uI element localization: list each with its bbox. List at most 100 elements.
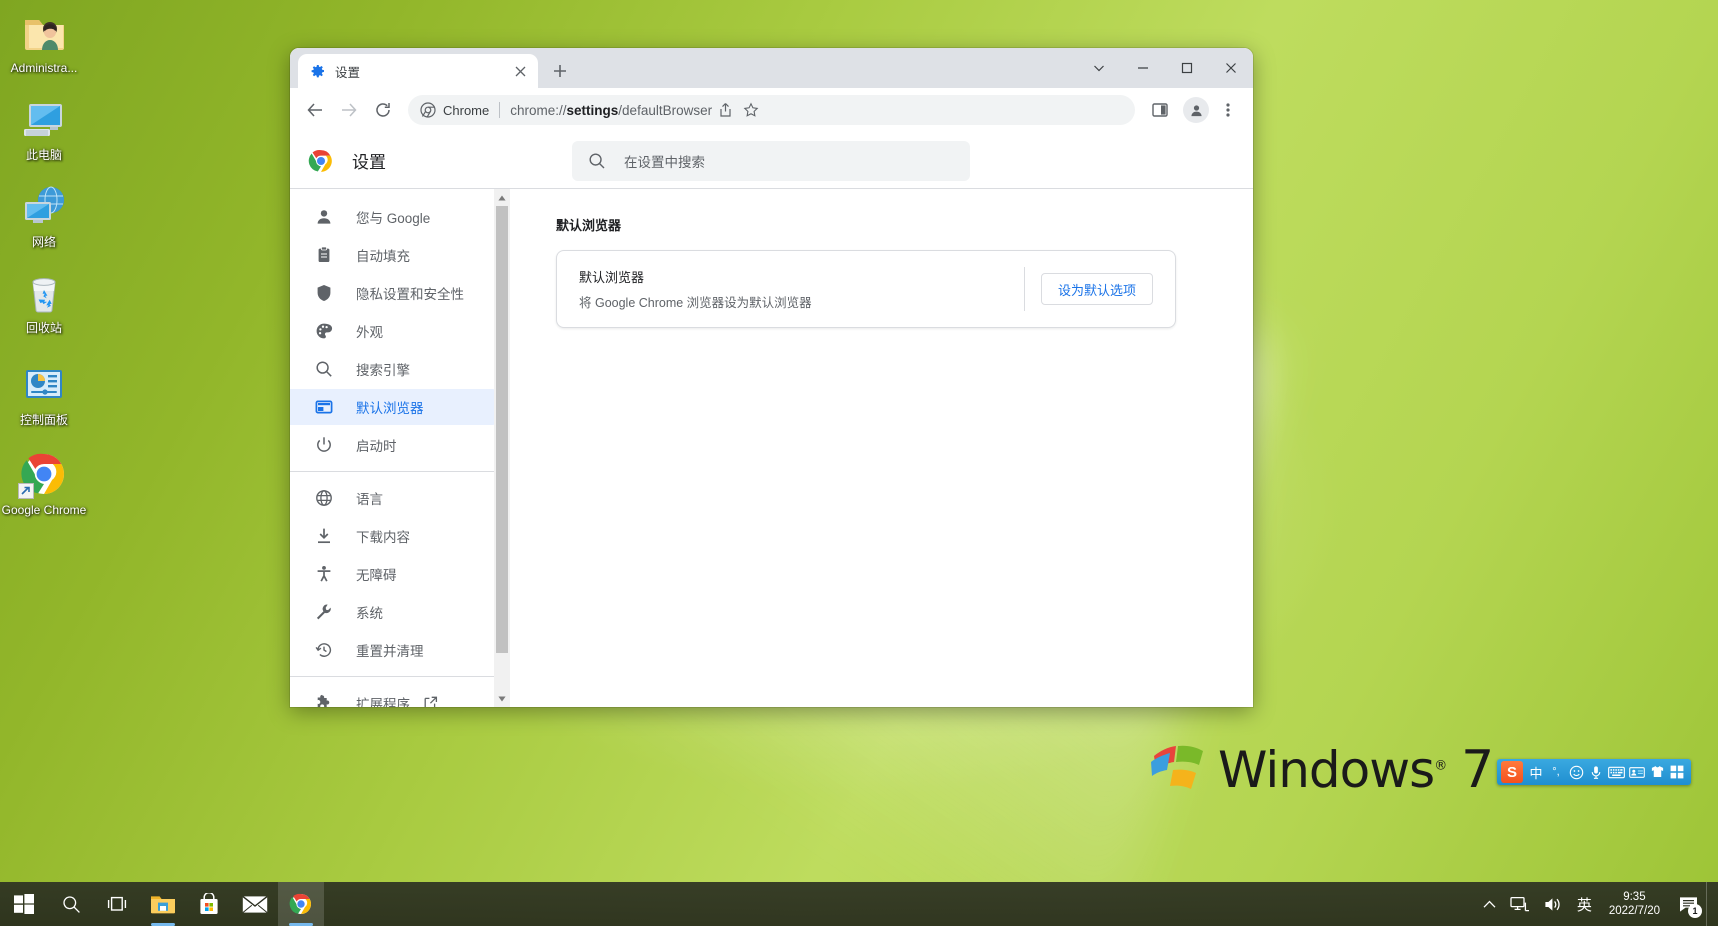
maximize-button[interactable]: [1165, 48, 1209, 88]
ime-toolbox-icon[interactable]: [1667, 761, 1687, 783]
card-text: 默认浏览器 将 Google Chrome 浏览器设为默认浏览器: [579, 267, 1008, 311]
sidebar-item-you-and-google[interactable]: 您与 Google: [290, 199, 510, 235]
sidebar-item-languages[interactable]: 语言: [290, 480, 510, 516]
task-view-icon: [107, 896, 127, 911]
volume-icon: [1545, 897, 1560, 911]
ime-mode-chinese[interactable]: 中: [1526, 761, 1546, 783]
action-center-button[interactable]: 1: [1670, 882, 1706, 926]
taskbar-microsoft-store[interactable]: [186, 882, 232, 926]
desktop-icon-administrator-folder[interactable]: Administra...: [0, 8, 88, 75]
settings-brand[interactable]: 设置: [308, 148, 528, 174]
taskbar-chrome[interactable]: [278, 882, 324, 926]
sogou-ime-logo-icon[interactable]: S: [1501, 761, 1523, 783]
desktop-icon-control-panel[interactable]: 控制面板: [0, 360, 88, 427]
tab-close-button[interactable]: [510, 61, 530, 81]
desktop[interactable]: Administra... 此电脑 网络 回收站 控制面板 Google Chr…: [0, 0, 1718, 926]
desktop-icon-network[interactable]: 网络: [0, 182, 88, 249]
sidebar-item-reset-and-cleanup[interactable]: 重置并清理: [290, 632, 510, 668]
sidebar-item-label: 搜索引擎: [356, 363, 410, 378]
notification-badge: 1: [1688, 904, 1702, 918]
sidebar-item-privacy-and-security[interactable]: 隐私设置和安全性: [290, 275, 510, 311]
wrench-icon: [314, 602, 334, 622]
ime-handwriting-icon[interactable]: [1627, 761, 1647, 783]
tray-volume-button[interactable]: [1537, 882, 1570, 926]
tray-overflow-button[interactable]: [1476, 882, 1503, 926]
share-icon[interactable]: [712, 97, 738, 123]
minimize-button[interactable]: [1121, 48, 1165, 88]
ime-punctuation[interactable]: °,: [1546, 761, 1566, 783]
close-window-button[interactable]: [1209, 48, 1253, 88]
taskbar-file-explorer[interactable]: [140, 882, 186, 926]
sidebar-item-autofill[interactable]: 自动填充: [290, 237, 510, 273]
clock-date: 2022/7/20: [1608, 905, 1660, 917]
sidebar-item-label: 无障碍: [356, 568, 397, 583]
desktop-icon-google-chrome[interactable]: Google Chrome: [0, 450, 88, 517]
reload-icon[interactable]: [368, 95, 398, 125]
watermark-text: Windows® 7: [1218, 740, 1494, 800]
search-input[interactable]: 在设置中搜索: [572, 140, 970, 181]
forward-arrow-icon[interactable]: [334, 95, 364, 125]
sidebar-divider: [290, 676, 510, 677]
sidebar-nav-list[interactable]: 您与 Google 自动填充 隐私设置和安全性 外观 搜索引擎 默认浏览器 启动…: [290, 189, 510, 707]
sidebar-item-downloads[interactable]: 下载内容: [290, 518, 510, 554]
ime-emoji-icon[interactable]: [1566, 761, 1586, 783]
chrome-logo-icon: [308, 149, 332, 172]
desktop-icon-recycle-bin[interactable]: 回收站: [0, 268, 88, 335]
ime-voice-input-icon[interactable]: [1586, 761, 1606, 783]
sidebar-item-on-startup[interactable]: 启动时: [290, 427, 510, 463]
set-as-default-button[interactable]: 设为默认选项: [1040, 273, 1153, 305]
store-icon: [200, 893, 218, 914]
taskbar-clock[interactable]: 9:35 2022/7/20: [1599, 882, 1670, 926]
profile-avatar-icon[interactable]: [1183, 97, 1209, 123]
sidebar-item-search-engine[interactable]: 搜索引擎: [290, 351, 510, 387]
chrome-browser-window[interactable]: 设置 Chrome chrome://settings/defaultBrows…: [290, 48, 1253, 707]
scrollbar-down-arrow[interactable]: [494, 690, 510, 707]
scrollbar-up-arrow[interactable]: [494, 189, 510, 206]
start-button[interactable]: [0, 882, 48, 926]
sidebar-item-extensions[interactable]: 扩展程序: [290, 685, 510, 707]
taskbar-search[interactable]: [48, 882, 94, 926]
sidebar-item-appearance[interactable]: 外观: [290, 313, 510, 349]
back-arrow-icon[interactable]: [300, 95, 330, 125]
card-title: 默认浏览器: [579, 270, 645, 285]
sidebar-item-label: 重置并清理: [356, 644, 424, 659]
three-dot-menu-icon[interactable]: [1213, 95, 1243, 125]
computer-icon: [20, 95, 68, 143]
system-tray[interactable]: 英 9:35 2022/7/20 1: [1476, 882, 1718, 926]
window-controls[interactable]: [1077, 48, 1253, 88]
taskbar-task-view[interactable]: [94, 882, 140, 926]
desktop-icon-label: Google Chrome: [1, 503, 87, 517]
settings-sidebar[interactable]: 您与 Google 自动填充 隐私设置和安全性 外观 搜索引擎 默认浏览器 启动…: [290, 189, 510, 707]
star-icon[interactable]: [738, 97, 764, 123]
scrollbar-thumb[interactable]: [496, 206, 508, 653]
ime-skin-icon[interactable]: [1647, 761, 1667, 783]
search-icon: [314, 359, 334, 379]
taskbar-mail[interactable]: [232, 882, 278, 926]
shield-icon: [314, 283, 334, 303]
sidebar-scrollbar[interactable]: [494, 189, 510, 707]
sidebar-item-default-browser[interactable]: 默认浏览器: [290, 389, 510, 425]
tray-language-indicator[interactable]: 英: [1570, 882, 1599, 926]
sidebar-item-label: 默认浏览器: [356, 401, 424, 416]
tray-network-button[interactable]: [1503, 882, 1537, 926]
ime-language-bar[interactable]: S 中 °,: [1497, 759, 1691, 785]
address-bar[interactable]: Chrome chrome://settings/defaultBrowser: [408, 95, 1135, 125]
tab-search-button[interactable]: [1077, 48, 1121, 88]
default-browser-section: 默认浏览器 默认浏览器 将 Google Chrome 浏览器设为默认浏览器 设…: [556, 215, 1176, 328]
browser-tab-settings[interactable]: 设置: [298, 54, 538, 88]
taskbar[interactable]: 英 9:35 2022/7/20 1: [0, 882, 1718, 926]
sidebar-item-system[interactable]: 系统: [290, 594, 510, 630]
show-desktop-button[interactable]: [1706, 882, 1714, 926]
desktop-icon-label: 此电脑: [25, 148, 62, 162]
browser-toolbar[interactable]: Chrome chrome://settings/defaultBrowser: [290, 88, 1253, 132]
tab-strip[interactable]: 设置: [290, 48, 1253, 88]
side-panel-icon[interactable]: [1145, 95, 1175, 125]
desktop-icon-this-pc[interactable]: 此电脑: [0, 95, 88, 162]
omnibox-actions[interactable]: [712, 97, 764, 123]
card-subtitle: 将 Google Chrome 浏览器设为默认浏览器: [579, 296, 812, 310]
new-tab-button[interactable]: [546, 57, 574, 85]
ime-soft-keyboard-icon[interactable]: [1606, 761, 1627, 783]
clipboard-icon: [314, 245, 334, 265]
sidebar-item-accessibility[interactable]: 无障碍: [290, 556, 510, 592]
tab-title: 设置: [335, 65, 361, 80]
